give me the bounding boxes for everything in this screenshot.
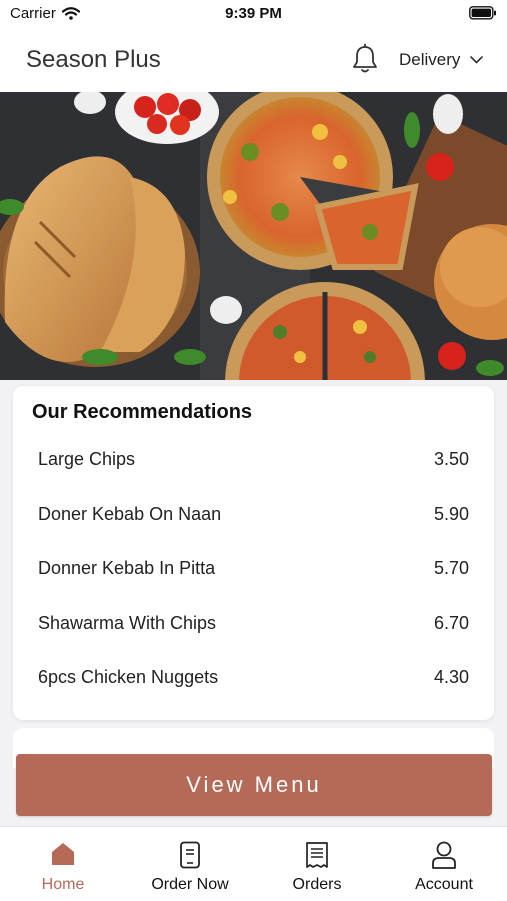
list-item[interactable]: Doner Kebab On Naan 5.90 bbox=[13, 487, 494, 542]
tab-label: Home bbox=[41, 876, 85, 893]
item-name: Shawarma With Chips bbox=[38, 612, 217, 633]
item-name: Donner Kebab In Pitta bbox=[38, 558, 216, 578]
recommendations-card: Our Recommendations Large Chips 3.50 Don… bbox=[13, 386, 494, 720]
tab-label: Orders bbox=[292, 876, 342, 893]
battery-icon bbox=[469, 6, 496, 20]
bell-icon[interactable] bbox=[351, 43, 379, 75]
receipt-icon bbox=[306, 842, 328, 868]
chevron-down-icon bbox=[470, 56, 484, 64]
item-price: 3.50 bbox=[433, 449, 469, 469]
home-icon bbox=[52, 843, 74, 865]
app-header: Season Plus Delivery bbox=[0, 28, 507, 92]
list-item[interactable]: Shawarma With Chips 6.70 bbox=[13, 596, 494, 651]
carrier-label: Carrier bbox=[10, 5, 56, 22]
carrier-indicator: Carrier bbox=[10, 5, 80, 22]
item-price: 4.30 bbox=[433, 667, 469, 687]
tab-orders[interactable]: Orders bbox=[254, 841, 380, 894]
order-icon bbox=[180, 841, 200, 869]
list-item[interactable]: 6pcs Chicken Nuggets 4.30 bbox=[13, 650, 494, 705]
item-name: Doner Kebab On Naan bbox=[38, 503, 222, 524]
user-icon bbox=[432, 841, 456, 869]
recommendations-list: Large Chips 3.50 Doner Kebab On Naan 5.9… bbox=[13, 432, 494, 705]
view-menu-button[interactable]: View Menu bbox=[16, 754, 492, 816]
item-price: 6.70 bbox=[433, 612, 469, 633]
status-bar: Carrier 9:39 PM bbox=[0, 0, 507, 28]
delivery-dropdown[interactable]: Delivery bbox=[399, 50, 484, 70]
item-name: Large Chips bbox=[38, 449, 136, 469]
hero-food-image bbox=[0, 92, 507, 380]
delivery-label: Delivery bbox=[399, 50, 461, 69]
tab-bar: Home Order Now Orders Account bbox=[0, 826, 507, 901]
item-name: 6pcs Chicken Nuggets bbox=[38, 667, 219, 687]
tab-account[interactable]: Account bbox=[381, 841, 507, 894]
list-item[interactable]: Donner Kebab In Pitta 5.70 bbox=[13, 541, 494, 596]
tab-label: Order Now bbox=[151, 876, 229, 893]
list-item[interactable]: Large Chips 3.50 bbox=[13, 432, 494, 487]
app-title: Season Plus bbox=[26, 46, 161, 73]
wifi-icon bbox=[61, 7, 80, 20]
tab-order-now[interactable]: Order Now bbox=[127, 841, 253, 894]
tab-label: Account bbox=[415, 876, 473, 893]
tab-home[interactable]: Home bbox=[0, 841, 126, 894]
item-price: 5.90 bbox=[433, 503, 469, 524]
item-price: 5.70 bbox=[433, 558, 469, 578]
recommendations-title: Our Recommendations bbox=[32, 401, 253, 423]
